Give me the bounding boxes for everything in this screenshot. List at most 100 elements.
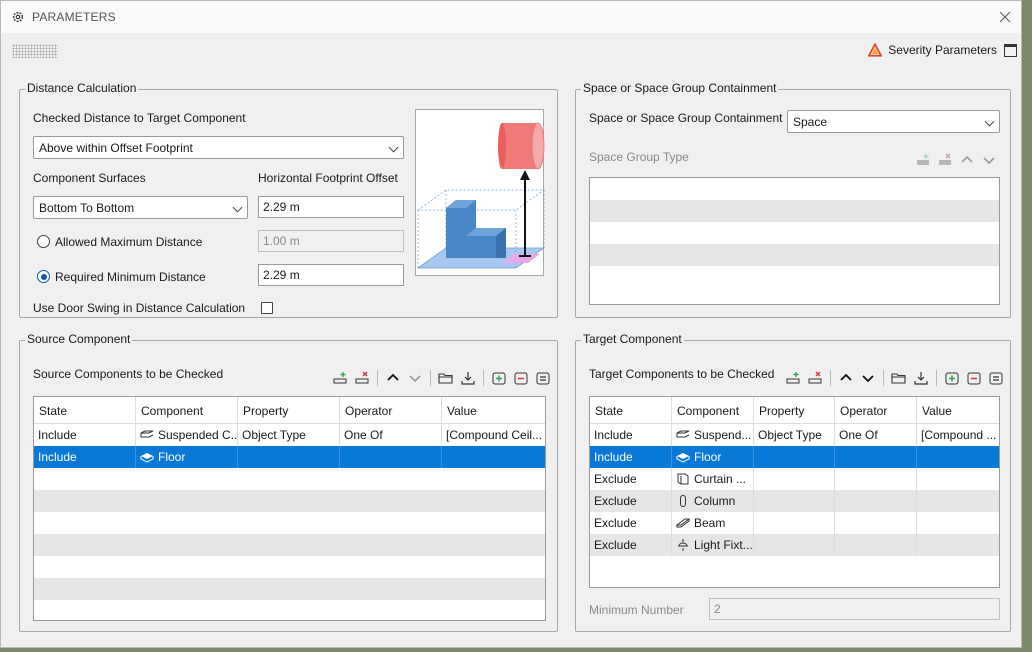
distance-preview-illustration <box>415 109 546 276</box>
chevron-down-icon <box>984 116 995 127</box>
component-name: Curtain ... <box>694 472 747 486</box>
component-name: Floor <box>158 450 186 464</box>
add-row-icon[interactable] <box>914 151 932 169</box>
cell-value <box>917 534 999 556</box>
checked-distance-label: Checked Distance to Target Component <box>33 111 246 125</box>
cell-property: Object Type <box>754 424 835 446</box>
open-folder-icon[interactable] <box>890 369 908 387</box>
chevron-up-icon[interactable] <box>958 151 976 169</box>
chevron-up-icon[interactable] <box>837 369 855 387</box>
remove-item-icon[interactable] <box>965 369 983 387</box>
column-header-operator[interactable]: Operator <box>835 397 917 423</box>
toolbar-separator <box>830 370 831 386</box>
source-components-table[interactable]: State Component Property Operator Value … <box>33 396 546 621</box>
empty-row <box>34 512 545 534</box>
column-header-state[interactable]: State <box>590 397 672 423</box>
clear-list-icon[interactable] <box>987 369 1005 387</box>
allowed-maximum-radio[interactable] <box>37 235 50 248</box>
column-header-operator[interactable]: Operator <box>340 397 442 423</box>
parameters-window: PARAMETERS Severity Parameters Distance … <box>0 0 1022 648</box>
target-components-table[interactable]: State Component Property Operator Value … <box>589 396 1000 588</box>
table-row[interactable]: Include Floor <box>590 446 999 468</box>
table-row[interactable]: Include Suspend... Object Type One Of [C… <box>590 424 999 446</box>
curtain-wall-icon <box>677 473 689 485</box>
column-header-component[interactable]: Component <box>672 397 754 423</box>
cell-operator: One Of <box>835 424 917 446</box>
space-containment-select[interactable]: Space <box>787 110 1000 133</box>
remove-item-icon[interactable] <box>512 369 530 387</box>
table-row[interactable]: Exclude Curtain ... <box>590 468 999 490</box>
table-row[interactable]: Exclude Column <box>590 490 999 512</box>
toolbar-separator <box>377 370 378 386</box>
close-button[interactable] <box>995 7 1015 27</box>
table-row[interactable]: Include Suspended C... Object Type One O… <box>34 424 545 446</box>
horizontal-offset-input[interactable]: 2.29 m <box>258 196 404 218</box>
component-surfaces-select[interactable]: Bottom To Bottom <box>33 196 248 219</box>
add-row-icon[interactable] <box>331 369 349 387</box>
cell-state: Include <box>34 424 136 446</box>
column-header-value[interactable]: Value <box>917 397 999 423</box>
space-group-list[interactable] <box>589 177 1000 305</box>
table-row[interactable]: Exclude Beam <box>590 512 999 534</box>
cell-value <box>917 468 999 490</box>
table-row[interactable]: Include Floor <box>34 446 545 468</box>
remove-row-icon[interactable] <box>806 369 824 387</box>
remove-row-icon[interactable] <box>353 369 371 387</box>
component-surfaces-value: Bottom To Bottom <box>39 201 135 215</box>
chevron-down-icon <box>388 142 399 153</box>
component-name: Floor <box>694 450 722 464</box>
door-swing-checkbox[interactable] <box>261 302 273 314</box>
open-folder-icon[interactable] <box>437 369 455 387</box>
severity-parameters-button[interactable]: Severity Parameters <box>868 43 997 57</box>
list-item[interactable] <box>590 200 999 222</box>
chevron-down-icon[interactable] <box>406 369 424 387</box>
chevron-down-icon[interactable] <box>980 151 998 169</box>
list-item[interactable] <box>590 178 999 200</box>
gear-icon <box>12 11 24 23</box>
required-minimum-radio[interactable] <box>37 270 50 283</box>
component-name: Column <box>694 494 736 508</box>
required-minimum-input[interactable]: 2.29 m <box>258 264 404 286</box>
severity-parameters-label: Severity Parameters <box>888 43 997 57</box>
list-item[interactable] <box>590 222 999 244</box>
add-item-icon[interactable] <box>943 369 961 387</box>
cell-state: Include <box>590 424 672 446</box>
suspended-ceiling-icon <box>676 430 690 438</box>
clear-list-icon[interactable] <box>534 369 552 387</box>
column-header-component[interactable]: Component <box>136 397 238 423</box>
column-header-value[interactable]: Value <box>442 397 545 423</box>
add-row-icon[interactable] <box>784 369 802 387</box>
toolbar-grip[interactable] <box>12 44 58 58</box>
cell-component: Column <box>672 490 754 512</box>
cell-operator <box>340 446 442 468</box>
cell-state: Exclude <box>590 512 672 534</box>
cell-operator <box>835 512 917 534</box>
source-toolbar <box>331 369 556 387</box>
severity-warning-icon <box>868 43 883 57</box>
chevron-down-icon[interactable] <box>859 369 877 387</box>
cell-state: Exclude <box>590 490 672 512</box>
remove-row-icon[interactable] <box>936 151 954 169</box>
window-layout-icon[interactable] <box>1004 44 1017 57</box>
table-row[interactable]: Exclude Light Fixt... <box>590 534 999 556</box>
download-icon[interactable] <box>912 369 930 387</box>
column-header-property[interactable]: Property <box>754 397 835 423</box>
column-header-state[interactable]: State <box>34 397 136 423</box>
required-minimum-label[interactable]: Required Minimum Distance <box>55 270 206 284</box>
cell-operator <box>835 490 917 512</box>
add-item-icon[interactable] <box>490 369 508 387</box>
space-containment-value: Space <box>793 115 828 129</box>
column-icon <box>680 495 686 507</box>
checked-distance-select[interactable]: Above within Offset Footprint <box>33 136 404 159</box>
cell-property <box>238 446 340 468</box>
download-icon[interactable] <box>459 369 477 387</box>
list-item[interactable] <box>590 244 999 266</box>
column-header-property[interactable]: Property <box>238 397 340 423</box>
title-bar: PARAMETERS <box>1 1 1021 33</box>
cell-value: [Compound ... <box>921 428 997 442</box>
component-name: Light Fixt... <box>694 538 753 552</box>
cell-operator <box>835 468 917 490</box>
cell-component: Floor <box>136 446 238 468</box>
allowed-maximum-label[interactable]: Allowed Maximum Distance <box>55 235 202 249</box>
chevron-up-icon[interactable] <box>384 369 402 387</box>
